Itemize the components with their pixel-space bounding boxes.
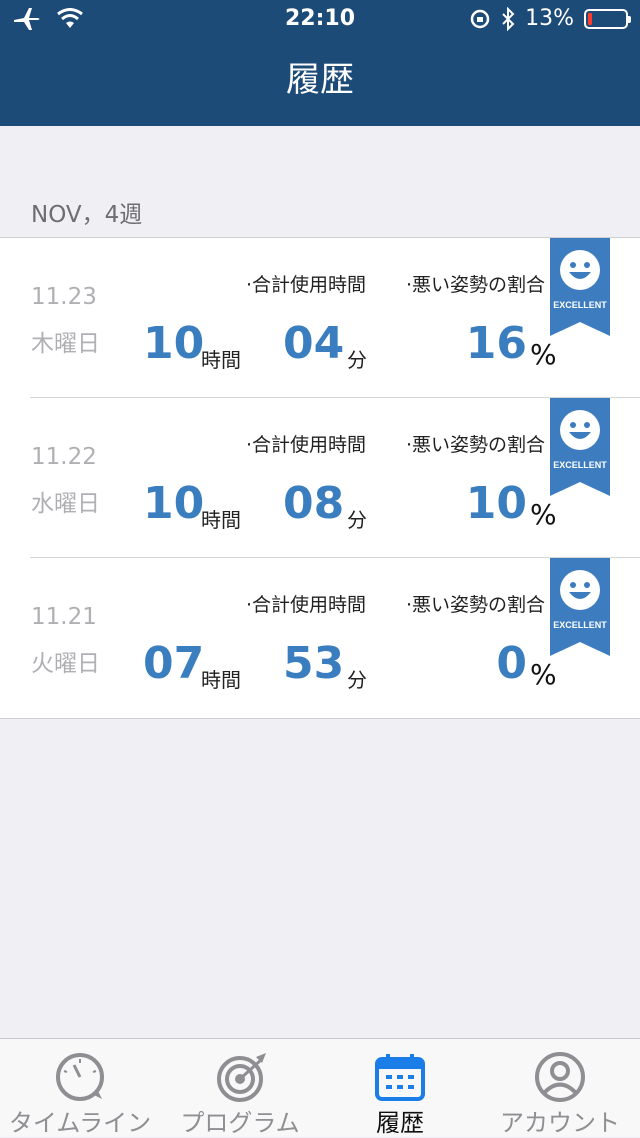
- battery-icon: [584, 8, 631, 29]
- excellent-badge: EXCELLENT: [550, 558, 610, 656]
- tab-label: 履歴: [376, 1109, 424, 1137]
- tab-label: アカウント: [500, 1109, 620, 1137]
- badge-text: EXCELLENT: [553, 620, 607, 630]
- week-section-label: NOV，4週: [31, 202, 143, 228]
- minutes-unit: 分: [347, 668, 367, 692]
- entry-weekday: 火曜日: [31, 651, 100, 677]
- tab-label: プログラム: [180, 1109, 300, 1137]
- history-list: 11.23 木曜日 ·合計使用時間 ·悪い姿勢の割合 10 時間 04 分 16…: [0, 237, 640, 719]
- percent-value: 0: [496, 638, 527, 689]
- total-time-label: ·合計使用時間: [246, 594, 367, 616]
- entry-weekday: 水曜日: [31, 491, 100, 517]
- minutes-value: 08: [283, 478, 345, 529]
- entry-date: 11.21: [31, 604, 97, 630]
- history-row[interactable]: 11.22 水曜日 ·合計使用時間 ·悪い姿勢の割合 10 時間 08 分 10…: [0, 398, 640, 558]
- hours-unit: 時間: [201, 668, 241, 692]
- gauge-icon: [56, 1053, 104, 1101]
- bad-posture-label: ·悪い姿勢の割合: [406, 274, 546, 296]
- tab-bar: タイムライン プログラム 履歴 アカウント: [0, 1038, 640, 1137]
- hours-value: 10: [143, 318, 205, 369]
- percent-unit: %: [530, 498, 557, 531]
- tab-timeline[interactable]: タイムライン: [0, 1039, 160, 1137]
- minutes-value: 53: [283, 638, 345, 689]
- history-row[interactable]: 11.21 火曜日 ·合計使用時間 ·悪い姿勢の割合 07 時間 53 分 0 …: [0, 558, 640, 718]
- total-time-label: ·合計使用時間: [246, 274, 367, 296]
- tab-account[interactable]: アカウント: [480, 1039, 640, 1137]
- rotation-lock-icon: [470, 9, 490, 28]
- status-bar: 22:10 13%: [0, 0, 640, 40]
- minutes-unit: 分: [347, 348, 367, 372]
- excellent-badge: EXCELLENT: [550, 398, 610, 496]
- nav-header: 22:10 13% 履歴: [0, 0, 640, 126]
- tab-label: タイムライン: [8, 1109, 152, 1137]
- target-icon: [217, 1053, 266, 1102]
- account-icon: [535, 1052, 585, 1102]
- entry-weekday: 木曜日: [31, 331, 100, 357]
- bluetooth-icon: [502, 6, 515, 31]
- minutes-value: 04: [283, 318, 345, 369]
- entry-date: 11.22: [31, 444, 97, 470]
- history-row[interactable]: 11.23 木曜日 ·合計使用時間 ·悪い姿勢の割合 10 時間 04 分 16…: [0, 238, 640, 398]
- hours-unit: 時間: [201, 348, 241, 372]
- total-time-label: ·合計使用時間: [246, 434, 367, 456]
- minutes-unit: 分: [347, 508, 367, 532]
- battery-percent: 13%: [525, 6, 574, 31]
- percent-value: 10: [465, 478, 527, 529]
- percent-unit: %: [530, 338, 557, 371]
- tab-history[interactable]: 履歴: [320, 1039, 480, 1137]
- tab-program[interactable]: プログラム: [160, 1039, 320, 1137]
- excellent-badge: EXCELLENT: [550, 238, 610, 336]
- calendar-icon: [375, 1054, 425, 1101]
- bad-posture-label: ·悪い姿勢の割合: [406, 434, 546, 456]
- page-title: 履歴: [286, 60, 354, 100]
- percent-unit: %: [530, 658, 557, 691]
- badge-text: EXCELLENT: [553, 460, 607, 470]
- hours-value: 10: [143, 478, 205, 529]
- entry-date: 11.23: [31, 284, 97, 310]
- bad-posture-label: ·悪い姿勢の割合: [406, 594, 546, 616]
- hours-value: 07: [143, 638, 205, 689]
- badge-text: EXCELLENT: [553, 300, 607, 310]
- hours-unit: 時間: [201, 508, 241, 532]
- percent-value: 16: [465, 318, 527, 369]
